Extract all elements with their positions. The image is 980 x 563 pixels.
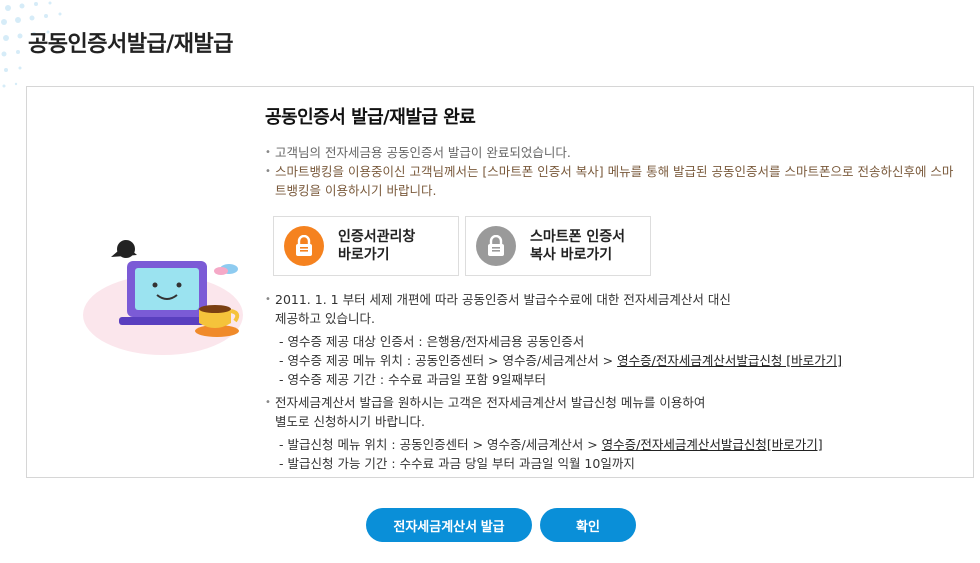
- info-text: - 영수증 제공 메뉴 위치 : 공동인증센터 > 영수증/세금계산서 > 영수…: [265, 351, 955, 370]
- info-block-invoice: 전자세금계산서 발급을 원하시는 고객은 전자세금계산서 발급신청 메뉴를 이용…: [265, 393, 955, 473]
- action-buttons: 전자세금계산서 발급 확인: [366, 508, 636, 542]
- result-panel: 공동인증서 발급/재발급 완료 고객님의 전자세금용 공동인증서 발급이 완료되…: [26, 86, 974, 478]
- label-line: 바로가기: [338, 247, 390, 263]
- page-title: 공동인증서발급/재발급: [28, 32, 233, 57]
- info-text: 별도로 신청하시기 바랍니다.: [275, 414, 425, 429]
- confirm-button[interactable]: 확인: [540, 508, 636, 542]
- info-text: 전자세금계산서 발급을 원하시는 고객은 전자세금계산서 발급신청 메뉴를 이용…: [265, 393, 955, 412]
- completion-title: 공동인증서 발급/재발급 완료: [265, 107, 476, 128]
- notice-item: 고객님의 전자세금용 공동인증서 발급이 완료되었습니다.: [265, 143, 955, 162]
- invoice-request-link[interactable]: 영수증/전자세금계산서발급신청[바로가기]: [602, 437, 823, 452]
- lock-icon: [476, 226, 516, 266]
- smartphone-copy-label: 스마트폰 인증서 복사 바로가기: [530, 228, 625, 264]
- notice-list: 고객님의 전자세금용 공동인증서 발급이 완료되었습니다. 스마트뱅킹을 이용중…: [265, 143, 955, 200]
- lock-icon: [284, 226, 324, 266]
- info-text: - 영수증 제공 기간 : 수수료 과금일 포함 9일째부터: [279, 372, 546, 387]
- smartphone-copy-button[interactable]: 스마트폰 인증서 복사 바로가기: [465, 216, 651, 276]
- quick-link-row: 인증서관리창 바로가기 스마트폰 인증서 복사 바로가기: [273, 216, 955, 276]
- info-section: 2011. 1. 1 부터 세제 개편에 따라 공동인증서 발급수수료에 대한 …: [265, 290, 955, 473]
- info-text: 제공하고 있습니다.: [275, 311, 375, 326]
- notice-item: 스마트뱅킹을 이용중이신 고객님께서는 [스마트폰 인증서 복사] 메뉴를 통해…: [265, 162, 955, 200]
- info-text: - 발급신청 메뉴 위치 : 공동인증센터 > 영수증/세금계산서 >: [279, 437, 602, 452]
- result-content: 공동인증서 발급/재발급 완료 고객님의 전자세금용 공동인증서 발급이 완료되…: [265, 103, 955, 477]
- info-text: - 영수증 제공 메뉴 위치 : 공동인증센터 > 영수증/세금계산서 >: [279, 353, 618, 368]
- info-text: - 영수증 제공 대상 인증서 : 은행용/전자세금용 공동인증서: [279, 334, 585, 349]
- receipt-request-link[interactable]: 영수증/전자세금계산서발급신청 [바로가기]: [617, 353, 842, 368]
- label-line: 스마트폰 인증서: [530, 229, 626, 245]
- cert-manager-button[interactable]: 인증서관리창 바로가기: [273, 216, 459, 276]
- info-block-receipt: 2011. 1. 1 부터 세제 개편에 따라 공동인증서 발급수수료에 대한 …: [265, 290, 955, 389]
- info-text: - 발급신청 메뉴 위치 : 공동인증센터 > 영수증/세금계산서 > 영수증/…: [265, 435, 955, 454]
- cert-manager-label: 인증서관리창 바로가기: [338, 228, 415, 264]
- label-line: 복사 바로가기: [530, 247, 613, 263]
- label-line: 인증서관리창: [338, 229, 416, 245]
- info-text: 2011. 1. 1 부터 세제 개편에 따라 공동인증서 발급수수료에 대한 …: [265, 290, 955, 309]
- issue-tax-invoice-button[interactable]: 전자세금계산서 발급: [366, 508, 532, 542]
- laptop-illustration: [83, 240, 243, 355]
- info-text: - 발급신청 가능 기간 : 수수료 과금 당일 부터 과금일 익월 10일까지: [279, 456, 635, 471]
